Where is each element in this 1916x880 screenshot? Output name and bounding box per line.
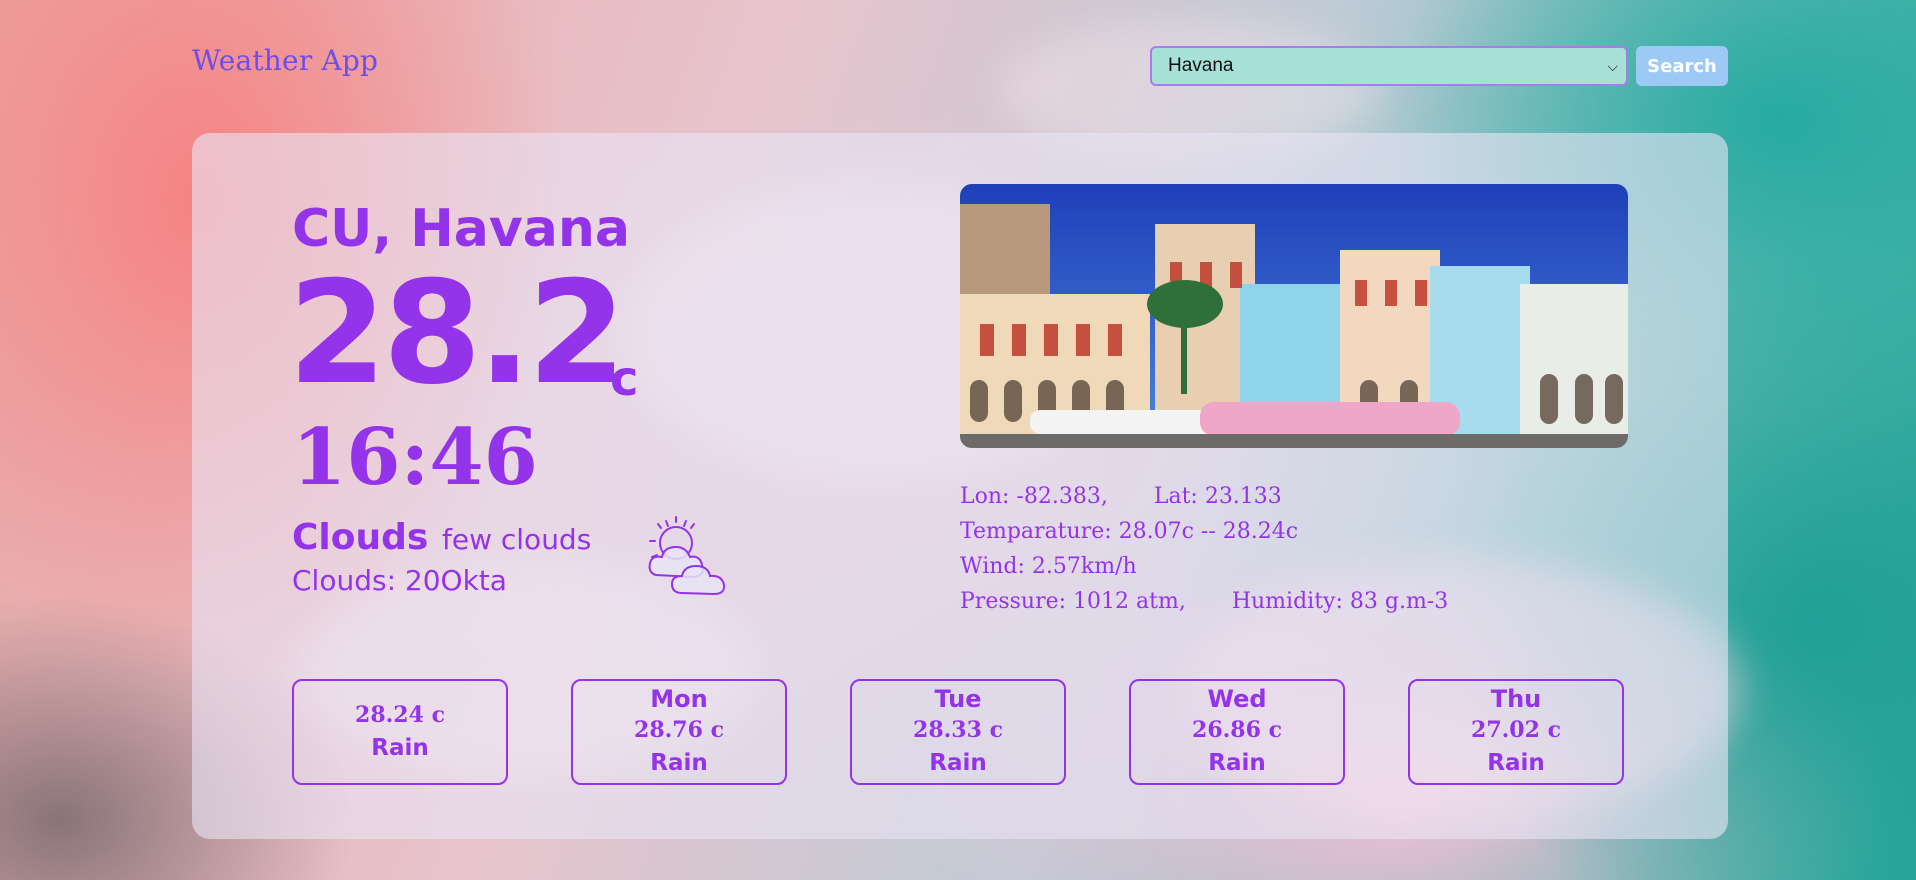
forecast-condition: Rain	[929, 750, 987, 776]
chevron-down-icon: ⌵	[1607, 57, 1618, 74]
forecast-temperature: 26.86 c	[1192, 717, 1282, 743]
forecast-card: 28.24 c Rain	[292, 679, 508, 785]
temperature-range: Temparature: 28.07c -- 28.24c	[960, 519, 1299, 544]
location-name: CU, Havana	[292, 199, 630, 259]
forecast-card: Thu 27.02 c Rain	[1408, 679, 1624, 785]
weather-details: Lon: -82.383, Lat: 23.133 Temparature: 28…	[960, 479, 1448, 619]
forecast-condition: Rain	[650, 750, 708, 776]
search-bar: Havana ⌵ Search	[1150, 46, 1728, 86]
forecast-card: Tue 28.33 c Rain	[850, 679, 1066, 785]
pressure: Pressure: 1012 atm,	[960, 589, 1186, 614]
forecast-day: Mon	[650, 685, 708, 713]
current-temperature: 28.2	[288, 251, 626, 416]
weather-condition: Clouds	[292, 517, 429, 558]
app-title[interactable]: Weather App	[192, 44, 378, 77]
forecast-day: Tue	[934, 685, 982, 713]
temperature-unit: c	[610, 351, 639, 407]
local-time: 16:46	[292, 412, 538, 503]
latitude: Lat: 23.133	[1153, 484, 1282, 509]
humidity: Humidity: 83 g.m-3	[1231, 589, 1449, 614]
forecast-day: Wed	[1207, 685, 1267, 713]
longitude: Lon: -82.383,	[960, 484, 1108, 509]
city-select[interactable]: Havana ⌵	[1150, 46, 1628, 86]
search-button[interactable]: Search	[1636, 46, 1728, 86]
forecast-temperature: 27.02 c	[1471, 717, 1561, 743]
forecast-card: Mon 28.76 c Rain	[571, 679, 787, 785]
forecast-temperature: 28.33 c	[913, 717, 1003, 743]
forecast-condition: Rain	[371, 735, 429, 761]
cloud-cover: Clouds: 20Okta	[292, 564, 507, 597]
city-select-value: Havana	[1168, 55, 1234, 76]
weather-card: CU, Havana 28.2 c 16:46 Clouds few cloud…	[192, 133, 1728, 839]
forecast-condition: Rain	[1208, 750, 1266, 776]
city-photo	[960, 184, 1628, 448]
sun-behind-clouds-icon	[648, 516, 726, 596]
forecast-condition: Rain	[1487, 750, 1545, 776]
weather-description: few clouds	[442, 523, 592, 556]
forecast-temperature: 28.76 c	[634, 717, 724, 743]
forecast-card: Wed 26.86 c Rain	[1129, 679, 1345, 785]
forecast-day: Thu	[1490, 685, 1542, 713]
forecast-temperature: 28.24 c	[355, 702, 445, 728]
wind-speed: Wind: 2.57km/h	[960, 554, 1137, 579]
